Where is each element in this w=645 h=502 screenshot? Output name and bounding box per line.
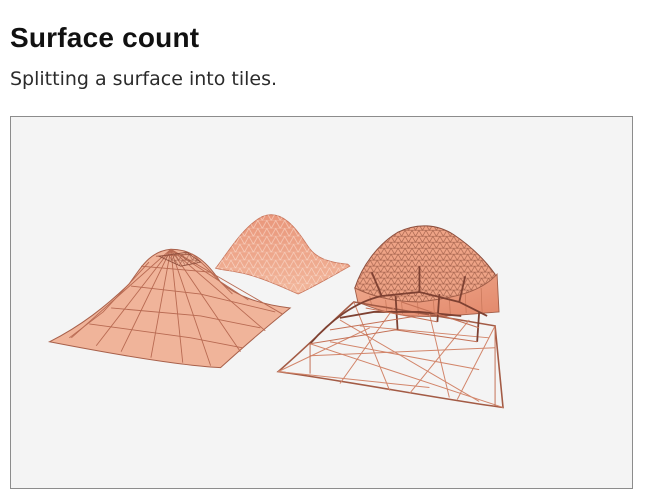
page-title: Surface count <box>10 22 200 53</box>
page-subtitle: Splitting a surface into tiles. <box>10 68 278 90</box>
tiled-dome-surface[interactable] <box>214 214 351 295</box>
viewport-canvas[interactable] <box>11 117 632 488</box>
lattice-arch-surface[interactable] <box>354 225 500 317</box>
3d-viewport[interactable] <box>10 116 633 489</box>
